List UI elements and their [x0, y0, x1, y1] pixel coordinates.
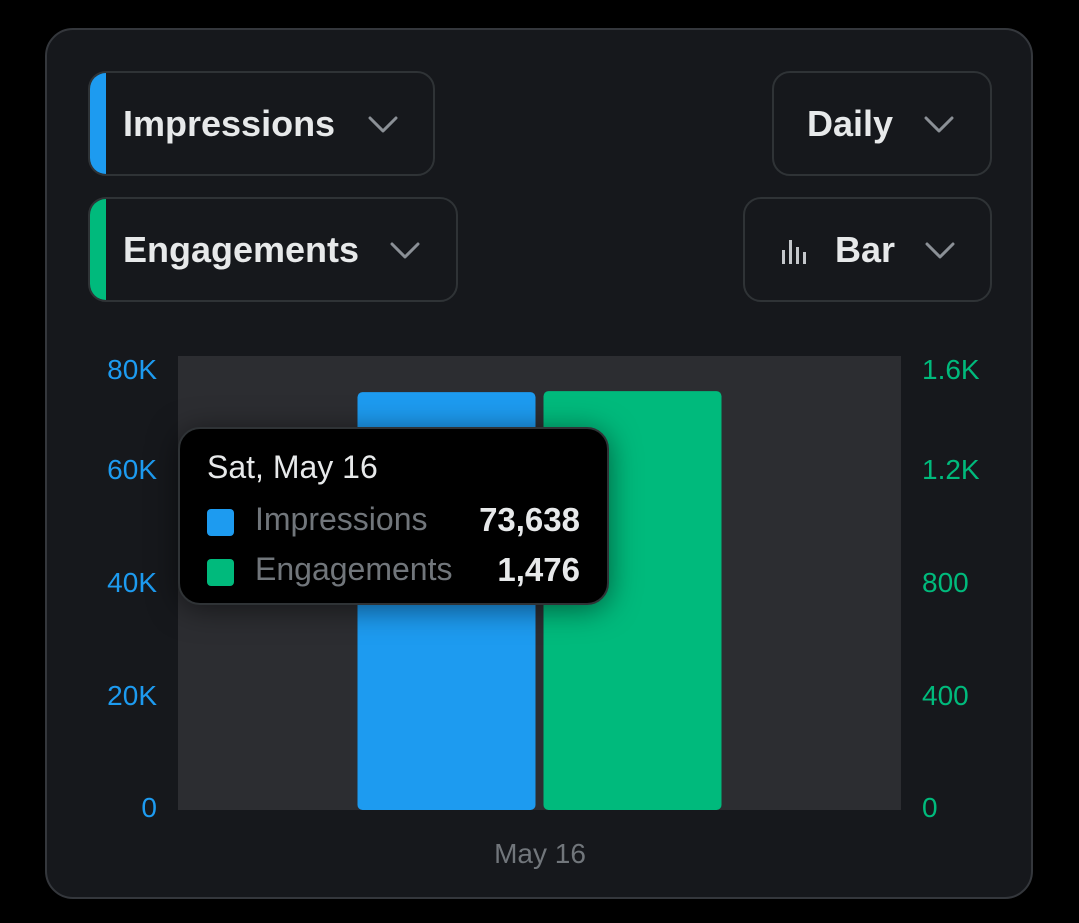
metric2-color-indicator	[90, 199, 106, 300]
chart-type-label: Bar	[835, 228, 896, 270]
bar-chart-icon	[782, 240, 806, 264]
chevron-down-icon	[924, 116, 954, 132]
y-right-tick: 0	[922, 792, 938, 823]
tooltip-series-value: 1,476	[497, 551, 580, 588]
tooltip-row-engagements: Engagements 1,476	[207, 551, 580, 591]
metric1-dropdown[interactable]: Impressions	[88, 71, 435, 176]
y-right-tick: 1.2K	[922, 454, 980, 485]
metric1-color-indicator	[90, 73, 106, 174]
y-right-tick: 800	[922, 567, 969, 598]
chevron-down-icon	[368, 116, 398, 132]
tooltip-series-name: Impressions	[255, 501, 428, 537]
tooltip-row-impressions: Impressions 73,638	[207, 501, 580, 541]
impressions-swatch	[207, 509, 234, 536]
engagements-swatch	[207, 559, 234, 586]
metric1-label: Impressions	[123, 102, 336, 144]
metric2-dropdown[interactable]: Engagements	[88, 197, 458, 302]
tooltip-series-value: 73,638	[479, 501, 580, 538]
chart-type-dropdown[interactable]: Bar	[743, 197, 992, 302]
y-left-tick: 60K	[107, 454, 157, 485]
chart-tooltip: Sat, May 16 Impressions 73,638 Engagemen…	[178, 427, 609, 605]
chevron-down-icon	[390, 242, 420, 258]
metric2-label: Engagements	[123, 228, 360, 270]
y-left-tick: 40K	[107, 567, 157, 598]
y-left-tick: 20K	[107, 680, 157, 711]
y-right-tick: 1.6K	[922, 354, 980, 385]
tooltip-date: Sat, May 16	[207, 449, 378, 485]
y-left-tick: 0	[141, 792, 157, 823]
y-right-tick: 400	[922, 680, 969, 711]
period-dropdown[interactable]: Daily	[772, 71, 992, 176]
chevron-down-icon	[925, 242, 955, 258]
y-left-tick: 80K	[107, 354, 157, 385]
period-label: Daily	[807, 102, 894, 144]
x-tick-label: May 16	[494, 838, 586, 869]
tooltip-series-name: Engagements	[255, 551, 453, 587]
